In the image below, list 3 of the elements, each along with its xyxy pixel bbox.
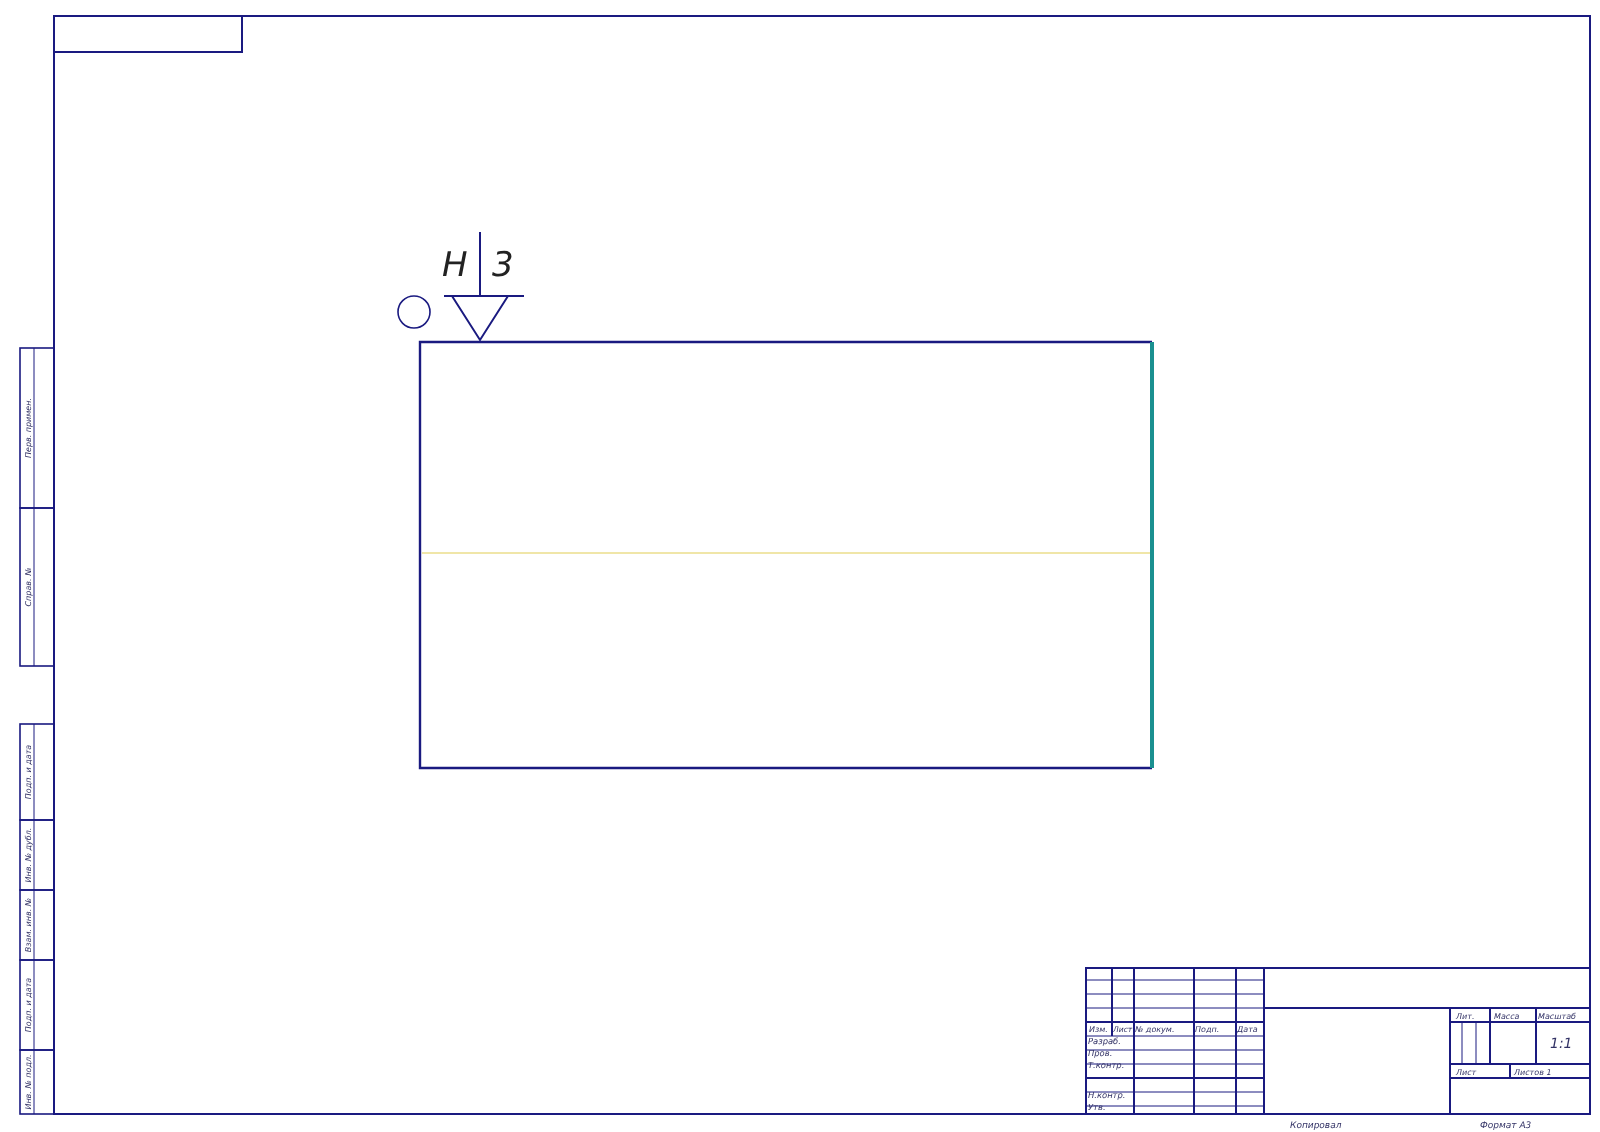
roughness-symbol-drawing: [397, 231, 525, 342]
roughness-value: 3: [492, 246, 514, 286]
roughness-label: H: [442, 246, 468, 286]
